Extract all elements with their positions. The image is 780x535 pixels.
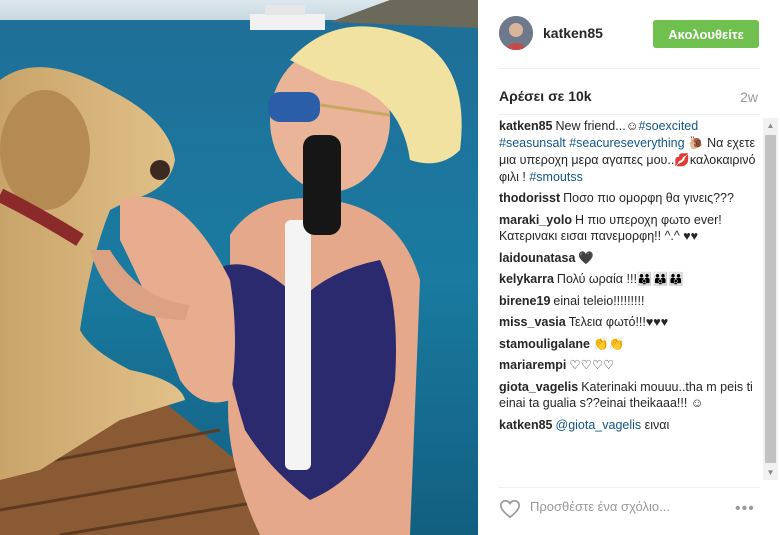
comment-username[interactable]: giota_vagelis — [499, 380, 578, 394]
follow-button[interactable]: Ακολουθείτε — [653, 20, 759, 48]
comment-username[interactable]: katken85 — [499, 418, 553, 432]
comments-scrollbar[interactable]: ▲ ▼ — [763, 118, 778, 480]
photo-illustration — [0, 0, 478, 535]
list-item: miss_vasia Τελεια φωτό!!!♥♥♥ — [499, 315, 669, 330]
snail-emoji-icon: 🐌 — [688, 136, 704, 151]
list-item: thodorisst Ποσο πιο ομορφη θα γινεις??? — [499, 191, 734, 206]
avatar[interactable] — [499, 16, 533, 50]
hashtag[interactable]: #soexcited — [638, 119, 698, 133]
comment-input[interactable]: Προσθέστε ένα σχόλιο... — [530, 499, 670, 514]
scrollbar-thumb[interactable] — [765, 135, 776, 463]
post-username[interactable]: katken85 — [543, 25, 603, 41]
comment-username[interactable]: mariarempi — [499, 358, 566, 372]
smile-emoji-icon: ☺ — [625, 119, 639, 134]
comment-username[interactable]: laidounatasa — [499, 251, 575, 265]
kiss-emoji-icon: 💋 — [674, 153, 690, 168]
comment-username[interactable]: birene19 — [499, 294, 550, 308]
list-item: katken85 @giota_vagelis ειναι — [499, 417, 670, 432]
comments-list[interactable]: katken85 New friend...☺#soexcited #seasun… — [499, 118, 757, 480]
list-item: maraki_yolo Η πιο υπεροχη φωτο ever! Κατε… — [499, 212, 722, 244]
more-options-icon[interactable]: ••• — [735, 500, 755, 518]
list-item: kelykarra Πολύ ωραία !!!👪👪👪 — [499, 272, 684, 287]
hashtag[interactable]: #seasunsalt — [499, 136, 566, 150]
scroll-down-arrow[interactable]: ▼ — [763, 465, 778, 480]
comment-username[interactable]: katken85 — [499, 119, 553, 133]
heart-emoji-icon: ♥♥♥ — [645, 315, 669, 330]
post-sidebar: katken85 Ακολουθείτε Αρέσει σε 10k 2w ka… — [478, 0, 780, 535]
list-item: giota_vagelis Katerinaki mouuu..tha m pei… — [499, 379, 753, 411]
footer-divider — [498, 487, 760, 488]
clap-emoji-icon: 👏👏 — [593, 336, 625, 351]
header-divider — [498, 68, 760, 69]
family-emoji-icon: 👪👪👪 — [636, 272, 684, 287]
comment-username[interactable]: kelykarra — [499, 272, 554, 286]
comment-username[interactable]: miss_vasia — [499, 315, 566, 329]
list-item: mariarempi ♡♡♡♡ — [499, 358, 615, 373]
post-header: katken85 Ακολουθείτε — [478, 0, 780, 68]
list-item: laidounatasa 🖤 — [499, 250, 594, 265]
likes-divider — [498, 114, 760, 115]
scroll-up-arrow[interactable]: ▲ — [763, 118, 778, 133]
comment-username[interactable]: stamouligalane — [499, 337, 590, 351]
heart-icon[interactable] — [499, 498, 521, 520]
post-time[interactable]: 2w — [740, 89, 758, 105]
comment-username[interactable]: maraki_yolo — [499, 213, 572, 227]
comment-username[interactable]: thodorisst — [499, 191, 560, 205]
mention[interactable]: @giota_vagelis — [556, 418, 642, 432]
list-item: stamouligalane 👏👏 — [499, 336, 757, 353]
hashtag[interactable]: #smoutss — [529, 170, 583, 184]
post-photo[interactable] — [0, 0, 478, 535]
caption: katken85 New friend...☺#soexcited #seasun… — [499, 119, 756, 184]
likes-count[interactable]: Αρέσει σε 10k — [499, 88, 592, 104]
hashtag[interactable]: #seacureseverything — [569, 136, 684, 150]
list-item: birene19 einai teleio!!!!!!!!! — [499, 293, 645, 308]
